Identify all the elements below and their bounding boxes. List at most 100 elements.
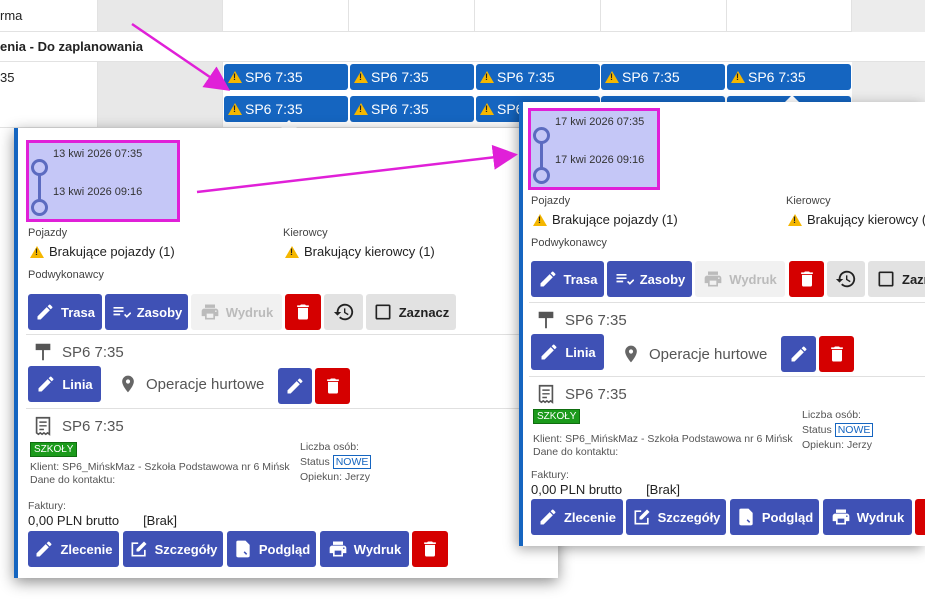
history-icon — [333, 301, 355, 323]
zlecenie-button[interactable]: Zlecenie — [28, 531, 119, 567]
linia-button[interactable]: Linia — [531, 334, 604, 370]
pencil-icon — [789, 344, 809, 364]
edit-box-icon — [129, 539, 149, 559]
order-wydruk-button[interactable]: Wydruk — [823, 499, 912, 535]
grid-row-section: enia - Do zaplanowania — [0, 32, 925, 62]
delete-line-button[interactable] — [315, 368, 350, 404]
invoice-value: 0,00 PLN brutto [Brak] — [531, 482, 681, 497]
warning-icon — [788, 213, 802, 226]
warning-icon — [480, 103, 494, 115]
status-badge: NOWE — [834, 423, 874, 437]
zasoby-button[interactable]: Zasoby — [607, 261, 692, 297]
vehicles-label: Pojazdy — [531, 195, 571, 207]
history-button[interactable] — [827, 261, 865, 297]
pencil-icon — [36, 374, 56, 394]
szczegoly-button[interactable]: Szczegóły — [123, 531, 223, 567]
history-icon — [835, 268, 857, 290]
time-end: 13 kwi 2026 09:16 — [53, 186, 143, 198]
order-title: SP6 7:35 — [32, 415, 124, 437]
linia-button[interactable]: Linia — [28, 366, 101, 402]
schedule-chip[interactable]: SP6 7:35 — [350, 64, 474, 90]
client-text: Klient: SP6_MińskMaz - Szkoła Podstawowa… — [30, 461, 290, 473]
receipt-icon — [535, 383, 557, 405]
drivers-label: Kierowcy — [786, 195, 831, 207]
schedule-chip[interactable]: SP6 7:35 — [727, 64, 851, 90]
delete-button[interactable] — [789, 261, 824, 297]
warning-icon — [30, 245, 44, 258]
podglad-button[interactable]: Podgląd — [227, 531, 316, 567]
signpost-icon — [32, 341, 54, 363]
wydruk-button-disabled[interactable]: Wydruk — [695, 261, 785, 297]
status-badge: NOWE — [332, 455, 372, 469]
time-start: 13 kwi 2026 07:35 — [53, 148, 143, 160]
warning-icon — [228, 103, 242, 115]
print-icon — [200, 302, 220, 322]
category-badge: SZKOŁY — [533, 409, 581, 424]
subcontractors-label: Podwykonawcy — [531, 237, 607, 249]
receipt-icon — [32, 415, 54, 437]
map-pin-icon — [621, 344, 641, 364]
edit-operations-button[interactable] — [278, 368, 312, 404]
line-title: SP6 7:35 — [32, 341, 124, 363]
trasa-button[interactable]: Trasa — [28, 294, 102, 330]
trasa-button[interactable]: Trasa — [531, 261, 604, 297]
bulk-operations: Operacje hurtowe — [621, 344, 767, 364]
szczegoly-button[interactable]: Szczegóły — [626, 499, 726, 535]
pencil-icon — [538, 269, 558, 289]
contact-label: Dane do kontaktu: — [533, 446, 619, 458]
section-label: enia - Do zaplanowania — [0, 39, 144, 54]
zasoby-button[interactable]: Zasoby — [105, 294, 188, 330]
vehicles-value: Brakujące pojazdy (1) — [30, 244, 175, 259]
invoices-label: Faktury: — [531, 469, 569, 481]
schedule-chip[interactable]: SP6 7:35 — [350, 96, 474, 122]
zaznacz-button[interactable]: Zaznacz — [366, 294, 456, 330]
status-row: Status NOWE — [802, 423, 874, 437]
time-range-highlight: 17 kwi 2026 07:35 17 kwi 2026 09:16 — [528, 108, 660, 190]
order-wydruk-button[interactable]: Wydruk — [320, 531, 409, 567]
end-circle-icon — [31, 199, 48, 216]
persons-label: Liczba osób: — [802, 409, 861, 421]
invoices-label: Faktury: — [28, 500, 66, 512]
delete-button[interactable] — [285, 294, 321, 330]
print-icon — [703, 269, 723, 289]
time-start: 17 kwi 2026 07:35 — [555, 116, 645, 128]
schedule-chip[interactable]: SP6 7:35 — [224, 64, 348, 90]
vehicles-label: Pojazdy — [28, 227, 68, 239]
delete-order-button[interactable] — [915, 499, 925, 535]
schedule-chip[interactable]: SP6 7:35 — [601, 64, 725, 90]
event-popup-1: 13 kwi 2026 07:35 13 kwi 2026 09:16 Poja… — [14, 128, 558, 578]
delete-line-button[interactable] — [819, 336, 854, 372]
history-button[interactable] — [324, 294, 363, 330]
search-document-icon — [233, 539, 253, 559]
grid-row-firma: rma — [0, 0, 925, 32]
edit-operations-button[interactable] — [781, 336, 816, 372]
wydruk-button-disabled[interactable]: Wydruk — [191, 294, 282, 330]
podglad-button[interactable]: Podgląd — [730, 499, 819, 535]
schedule-chip[interactable]: SP6 7:35 — [476, 64, 600, 90]
pencil-icon — [35, 302, 55, 322]
firma-label: rma — [0, 8, 23, 23]
zlecenie-button[interactable]: Zlecenie — [531, 499, 623, 535]
search-document-icon — [736, 507, 756, 527]
pencil-icon — [539, 342, 559, 362]
map-pin-icon — [118, 374, 138, 394]
warning-icon — [480, 71, 494, 83]
guardian-text: Opiekun: Jerzy — [300, 471, 371, 483]
schedule-chip[interactable]: SP6 7:35 — [224, 96, 348, 122]
delete-order-button[interactable] — [412, 531, 448, 567]
edit-box-icon — [632, 507, 652, 527]
warning-icon — [228, 71, 242, 83]
list-check-icon — [111, 302, 131, 322]
line-title: SP6 7:35 — [535, 309, 627, 331]
warning-icon — [533, 213, 547, 226]
zaznacz-button[interactable]: Zazn — [868, 261, 925, 297]
warning-icon — [354, 71, 368, 83]
pencil-icon — [538, 507, 558, 527]
status-row: Status NOWE — [300, 455, 372, 469]
drivers-value: Brakujący kierowcy (1) — [285, 244, 435, 259]
warning-icon — [731, 71, 745, 83]
time-end: 17 kwi 2026 09:16 — [555, 154, 645, 166]
trash-icon — [293, 302, 313, 322]
drivers-value: Brakujący kierowcy (1 — [788, 212, 925, 227]
checkbox-icon — [373, 302, 393, 322]
